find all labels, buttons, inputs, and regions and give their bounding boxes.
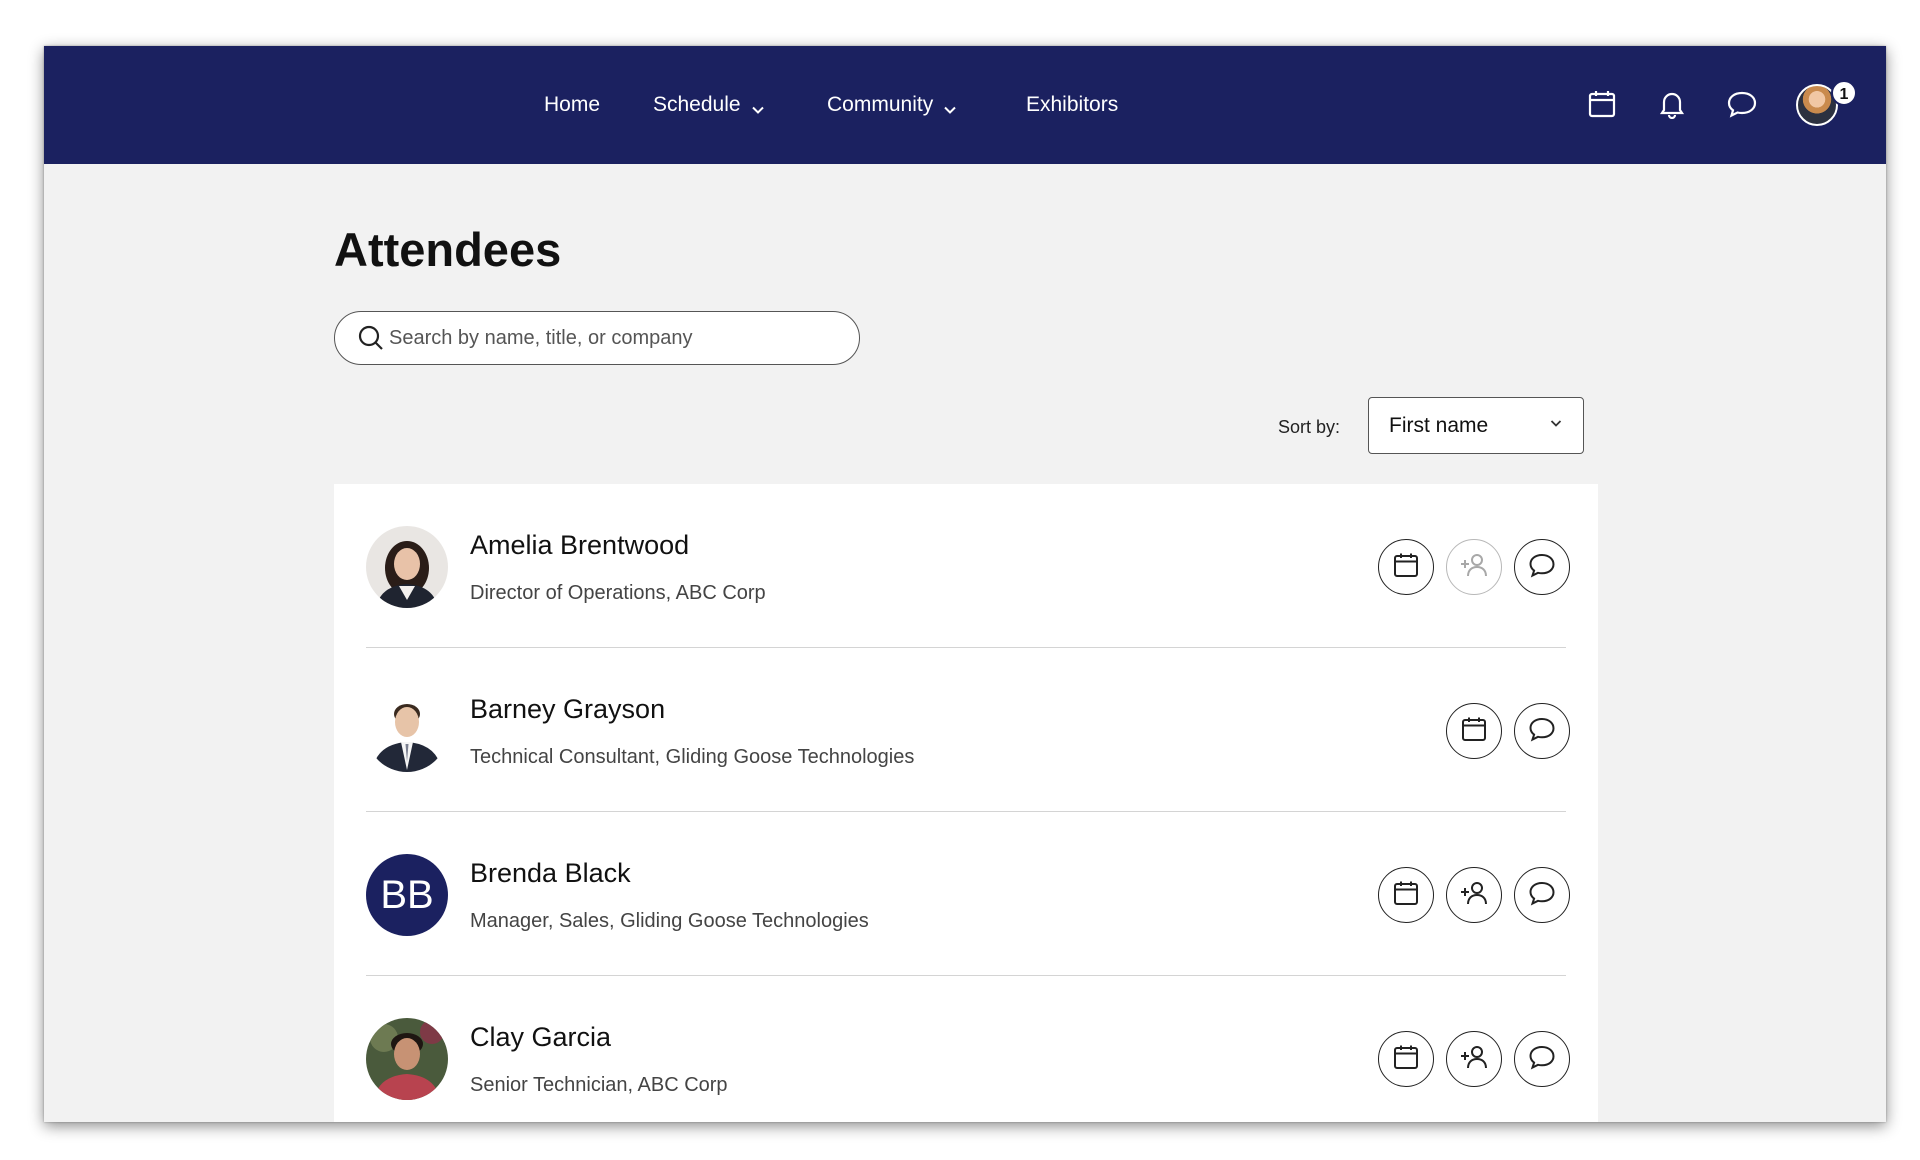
user-plus-icon	[1459, 879, 1489, 912]
chat-icon[interactable]	[1724, 86, 1760, 122]
attendee-row[interactable]: Clay Garcia Senior Technician, ABC Corp	[366, 976, 1570, 1122]
chevron-down-icon	[751, 98, 765, 114]
attendee-avatar[interactable]	[366, 526, 448, 608]
attendee-title: Manager, Sales, Gliding Goose Technologi…	[470, 910, 869, 932]
attendee-title: Director of Operations, ABC Corp	[470, 582, 766, 604]
search-box[interactable]	[334, 311, 860, 365]
notification-badge: 1	[1831, 80, 1857, 106]
schedule-meeting-button[interactable]	[1378, 539, 1434, 595]
schedule-meeting-button[interactable]	[1446, 703, 1502, 759]
nav-schedule-label: Schedule	[653, 93, 741, 116]
bell-icon[interactable]	[1654, 86, 1690, 122]
attendee-title: Senior Technician, ABC Corp	[470, 1074, 728, 1096]
search-input[interactable]	[389, 326, 829, 350]
search-icon	[357, 324, 385, 352]
message-button[interactable]	[1514, 1031, 1570, 1087]
schedule-meeting-button[interactable]	[1378, 1031, 1434, 1087]
calendar-icon	[1392, 1043, 1420, 1076]
nav-exhibitors-label: Exhibitors	[1026, 93, 1119, 116]
attendee-avatar-initials[interactable]: BB	[366, 854, 448, 936]
message-button[interactable]	[1514, 703, 1570, 759]
sort-select[interactable]: First name	[1368, 397, 1584, 454]
calendar-icon	[1392, 551, 1420, 584]
chat-icon	[1527, 1043, 1557, 1076]
attendee-row[interactable]: Amelia Brentwood Director of Operations,…	[366, 484, 1570, 648]
app-window: Home Schedule Community Exhibitors 1 Att…	[44, 46, 1886, 1122]
message-button[interactable]	[1514, 867, 1570, 923]
chat-icon	[1527, 879, 1557, 912]
chevron-down-icon	[1549, 416, 1563, 435]
sort-label: Sort by:	[1278, 417, 1341, 437]
add-connection-button[interactable]	[1446, 1031, 1502, 1087]
nav-community[interactable]: Community	[827, 92, 957, 118]
chevron-down-icon	[943, 98, 957, 114]
calendar-icon[interactable]	[1584, 86, 1620, 122]
chat-icon	[1527, 715, 1557, 748]
nav-exhibitors[interactable]: Exhibitors	[1026, 92, 1118, 118]
attendee-title: Technical Consultant, Gliding Goose Tech…	[470, 746, 915, 768]
attendee-avatar[interactable]	[366, 1018, 448, 1100]
attendee-name[interactable]: Brenda Black	[470, 856, 631, 890]
attendee-name[interactable]: Barney Grayson	[470, 692, 665, 726]
user-plus-icon	[1459, 551, 1489, 584]
attendee-list: Amelia Brentwood Director of Operations,…	[334, 484, 1598, 1122]
add-connection-button[interactable]	[1446, 539, 1502, 595]
attendee-name[interactable]: Amelia Brentwood	[470, 528, 689, 562]
message-button[interactable]	[1514, 539, 1570, 595]
add-connection-button[interactable]	[1446, 867, 1502, 923]
user-plus-icon	[1459, 1043, 1489, 1076]
attendee-avatar[interactable]	[366, 690, 448, 772]
calendar-icon	[1392, 879, 1420, 912]
nav-home[interactable]: Home	[544, 92, 600, 118]
nav-community-label: Community	[827, 93, 934, 116]
top-navigation-bar: Home Schedule Community Exhibitors 1	[44, 46, 1886, 164]
attendee-row[interactable]: Barney Grayson Technical Consultant, Gli…	[366, 648, 1570, 812]
nav-home-label: Home	[544, 93, 601, 116]
nav-schedule[interactable]: Schedule	[653, 92, 765, 118]
page-title: Attendees	[334, 223, 562, 276]
attendee-name[interactable]: Clay Garcia	[470, 1020, 611, 1054]
attendee-row[interactable]: BB Brenda Black Manager, Sales, Gliding …	[366, 812, 1570, 976]
calendar-icon	[1460, 715, 1488, 748]
chat-icon	[1527, 551, 1557, 584]
schedule-meeting-button[interactable]	[1378, 867, 1434, 923]
sort-selected-value: First name	[1389, 413, 1489, 437]
